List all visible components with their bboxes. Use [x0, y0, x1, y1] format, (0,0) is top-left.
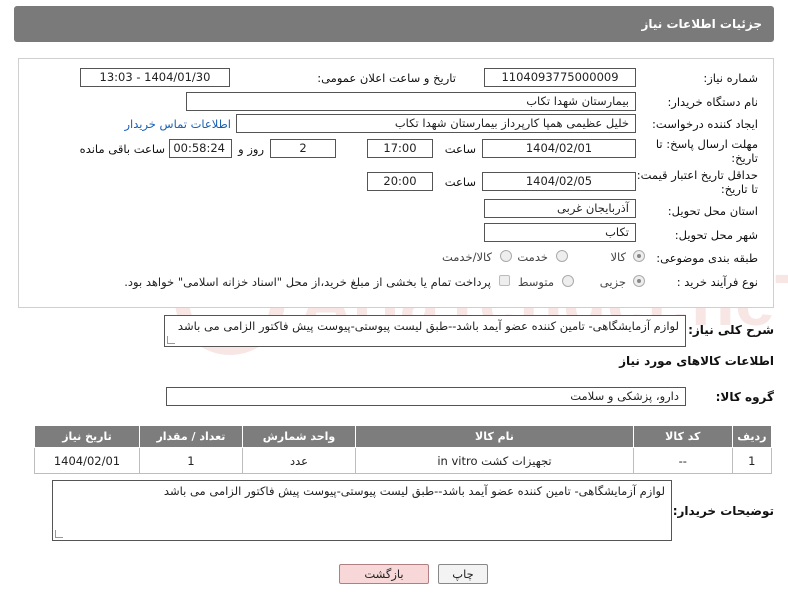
need-number-label: شماره نیاز:: [703, 71, 758, 85]
goods-table-header: ردیف کد کالا نام کالا واحد شمارش تعداد /…: [34, 425, 773, 448]
creator-label: ایجاد کننده درخواست:: [652, 117, 758, 131]
col-qty: تعداد / مقدار: [139, 425, 243, 448]
creator-field: خلیل عظیمی همپا کارپرداز بیمارستان شهدا …: [236, 114, 636, 133]
buyer-notes-label: توضیحات خریدار:: [672, 504, 774, 518]
goods-section-title: اطلاعات کالاهای مورد نیاز: [619, 354, 774, 368]
process-radio-medium[interactable]: [562, 275, 574, 287]
treasury-note: پرداخت تمام یا بخشی از مبلغ خرید،از محل …: [124, 275, 491, 289]
days-label: روز و: [238, 142, 264, 156]
category-label-goods: کالا: [610, 250, 626, 264]
buyer-org-field: بیمارستان شهدا تکاب: [186, 92, 636, 111]
page-header: جزئیات اطلاعات نیاز: [14, 6, 774, 42]
need-number-field: 1104093775000009: [484, 68, 636, 87]
col-index: ردیف: [731, 425, 773, 448]
treasury-checkbox[interactable]: [499, 275, 510, 286]
page-title: جزئیات اطلاعات نیاز: [641, 17, 762, 31]
col-unit: واحد شمارش: [241, 425, 357, 448]
deadline-time-label: ساعت: [444, 142, 476, 156]
row-name: تجهیزات کشت in vitro: [355, 447, 634, 474]
description-label: شرح کلی نیاز:: [688, 323, 774, 337]
description-text: لوازم آزمایشگاهی- تامین کننده عضو آیمد ب…: [177, 319, 679, 333]
deadline-label: مهلت ارسال پاسخ: تا: [655, 137, 758, 151]
deadline-date-field: 1404/02/01: [482, 139, 636, 158]
city-field: تکاب: [484, 223, 636, 242]
province-field: آذربایجان غربی: [484, 199, 636, 218]
validity-date-field: 1404/02/05: [482, 172, 636, 191]
col-date: تاریخ نیاز: [34, 425, 140, 448]
row-unit: عدد: [241, 447, 357, 474]
resize-handle-icon[interactable]: [167, 336, 175, 344]
goods-group-label: گروه کالا:: [715, 390, 774, 404]
row-date: 1404/02/01: [34, 447, 140, 474]
validity-time-label: ساعت: [444, 175, 476, 189]
buyer-contact-link[interactable]: اطلاعات تماس خریدار: [124, 117, 231, 131]
print-button[interactable]: چاپ: [438, 564, 488, 584]
row-code: --: [632, 447, 733, 474]
back-button[interactable]: بازگشت: [339, 564, 429, 584]
deadline-time-field: 17:00: [367, 139, 433, 158]
remaining-time-field: 00:58:24: [169, 139, 232, 158]
deadline-label-date: تاریخ:: [731, 151, 758, 165]
category-radio-goods[interactable]: [633, 250, 645, 262]
table-row: 1 -- تجهیزات کشت in vitro عدد 1 1404/02/…: [34, 447, 773, 474]
announce-date-field: 1404/01/30 - 13:03: [80, 68, 230, 87]
buyer-notes-textarea[interactable]: لوازم آزمایشگاهی- تامین کننده عضو آیمد ب…: [52, 480, 672, 541]
description-textarea[interactable]: لوازم آزمایشگاهی- تامین کننده عضو آیمد ب…: [164, 315, 686, 347]
col-code: کد کالا: [632, 425, 733, 448]
process-label: نوع فرآیند خرید :: [676, 275, 758, 289]
province-label: استان محل تحویل:: [667, 204, 758, 218]
validity-time-field: 20:00: [367, 172, 433, 191]
remaining-time-label: ساعت باقی مانده: [79, 142, 165, 156]
category-radio-service[interactable]: [556, 250, 568, 262]
col-name: نام کالا: [355, 425, 634, 448]
buyer-notes-text: لوازم آزمایشگاهی- تامین کننده عضو آیمد ب…: [163, 484, 665, 498]
process-label-minor: جزیی: [599, 275, 626, 289]
category-label: طبقه بندی موضوعی:: [656, 251, 758, 265]
goods-table: ردیف کد کالا نام کالا واحد شمارش تعداد /…: [34, 425, 773, 474]
min-validity-label: حداقل تاریخ اعتبار قیمت:: [636, 168, 758, 182]
process-label-medium: متوسط: [517, 275, 554, 289]
announce-date-label: تاریخ و ساعت اعلان عمومی:: [317, 71, 456, 85]
days-remaining-field: 2: [270, 139, 336, 158]
row-qty: 1: [139, 447, 243, 474]
goods-group-field: دارو، پزشکی و سلامت: [166, 387, 686, 406]
min-validity-label-date: تا تاریخ:: [720, 182, 758, 196]
resize-handle-icon[interactable]: [55, 530, 63, 538]
process-radio-minor[interactable]: [633, 275, 645, 287]
city-label: شهر محل تحویل:: [674, 228, 758, 242]
category-label-goods-service: کالا/خدمت: [441, 250, 492, 264]
row-index: 1: [731, 447, 773, 474]
buyer-org-label: نام دستگاه خریدار:: [667, 95, 758, 109]
category-radio-goods-service[interactable]: [500, 250, 512, 262]
category-label-service: خدمت: [517, 250, 548, 264]
